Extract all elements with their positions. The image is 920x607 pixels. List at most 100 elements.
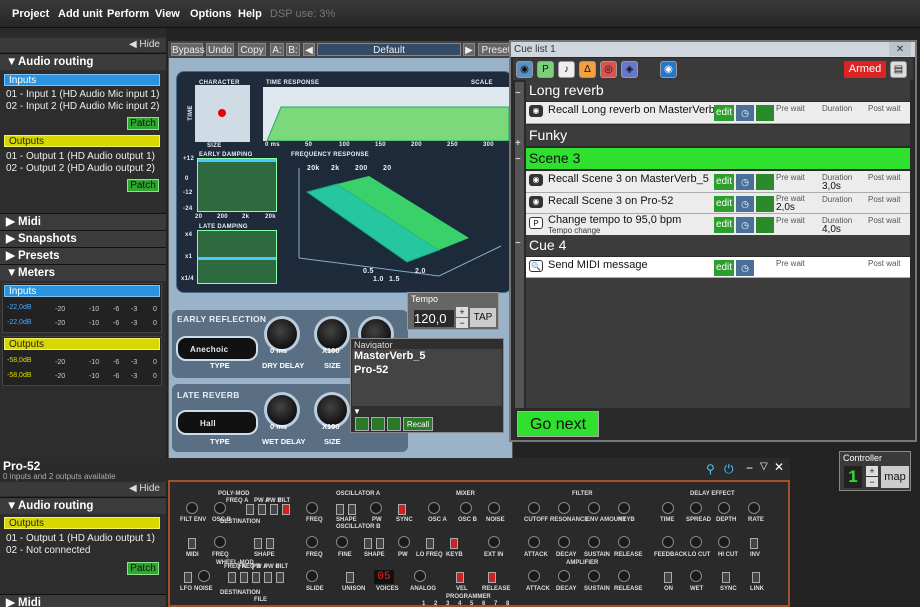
armed-button[interactable]: Armed xyxy=(844,61,886,78)
keyb-knob[interactable] xyxy=(618,502,630,514)
wait-icon[interactable]: ◷ xyxy=(736,260,754,276)
sync-switch[interactable] xyxy=(398,504,406,515)
keyb-switch[interactable] xyxy=(450,538,458,549)
slide-knob[interactable] xyxy=(306,570,318,582)
programmer-number[interactable]: 1 xyxy=(422,601,425,607)
collapse-icon[interactable]: ▽ xyxy=(760,461,768,472)
record-icon[interactable]: ◉ xyxy=(660,61,677,78)
ext-in-knob[interactable] xyxy=(488,536,500,548)
tempo-down-button[interactable]: − xyxy=(456,318,468,328)
delay-sync-switch[interactable] xyxy=(722,572,730,583)
unison-switch[interactable] xyxy=(346,572,354,583)
analog-knob[interactable] xyxy=(414,570,426,582)
hi-cut-knob[interactable] xyxy=(718,536,730,548)
go-triangle-icon[interactable] xyxy=(756,217,774,233)
camera-icon[interactable]: ◉ xyxy=(516,61,533,78)
copy-button[interactable]: Copy xyxy=(238,43,266,56)
osc-b-shape-switch[interactable] xyxy=(364,538,372,549)
menu-help[interactable]: Help xyxy=(238,8,262,20)
go-triangle-icon[interactable] xyxy=(756,196,774,212)
collapse-icon[interactable]: − xyxy=(515,238,521,249)
osc-b-shape-switch[interactable] xyxy=(376,538,384,549)
snapshot-button[interactable] xyxy=(371,417,385,431)
patch-outputs-button[interactable]: Patch xyxy=(127,562,159,575)
patch-inputs-button[interactable]: Patch xyxy=(127,117,159,130)
wheel-switch[interactable] xyxy=(228,572,236,583)
rate-knob[interactable] xyxy=(748,502,760,514)
filter-attack-knob[interactable] xyxy=(528,536,540,548)
duration-value[interactable]: 3,0s xyxy=(822,181,841,192)
lfo-freq-knob[interactable] xyxy=(214,536,226,548)
pw-knob[interactable] xyxy=(370,502,382,514)
edit-button[interactable]: edit xyxy=(714,105,734,121)
wait-icon[interactable]: ◷ xyxy=(736,174,754,190)
menu-project[interactable]: Project xyxy=(12,8,49,20)
edit-button[interactable]: edit xyxy=(714,196,734,212)
tap-button[interactable]: TAP xyxy=(470,308,496,327)
spread-knob[interactable] xyxy=(690,502,702,514)
collapse-icon[interactable]: − xyxy=(515,154,521,165)
snapshot-button[interactable] xyxy=(387,417,401,431)
snapshots-section[interactable]: ▶ Snapshots xyxy=(0,230,166,247)
hide-button[interactable]: ◀ Hide xyxy=(0,38,166,52)
mod-switch[interactable] xyxy=(270,504,278,515)
mix-osc-b-knob[interactable] xyxy=(460,502,472,514)
notes-icon[interactable]: ▤ xyxy=(890,61,907,78)
menu-options[interactable]: Options xyxy=(190,8,232,20)
late-type-selector[interactable]: Hall xyxy=(176,410,258,435)
cue-header[interactable]: Funky xyxy=(526,125,910,146)
midi-note-icon[interactable]: ♪ xyxy=(558,61,575,78)
inv-switch[interactable] xyxy=(750,538,758,549)
osc-b-knob[interactable] xyxy=(214,502,226,514)
menu-add-unit[interactable]: Add unit xyxy=(58,8,103,20)
filter-release-knob[interactable] xyxy=(618,536,630,548)
navigator-item[interactable]: Pro-52 xyxy=(352,363,502,377)
osc-b-fine-knob[interactable] xyxy=(336,536,348,548)
go-triangle-icon[interactable] xyxy=(756,105,774,121)
wheel-switch[interactable] xyxy=(264,572,272,583)
edit-button[interactable]: edit xyxy=(714,217,734,233)
preset-name-field[interactable]: Default xyxy=(317,43,461,56)
cue-action-row[interactable]: 🔍 Send MIDI message edit ◷ Pre wait Post… xyxy=(526,257,910,278)
amp-sustain-knob[interactable] xyxy=(588,570,600,582)
feedback-knob[interactable] xyxy=(662,536,674,548)
wheel-switch[interactable] xyxy=(276,572,284,583)
menu-perform[interactable]: Perform xyxy=(107,8,149,20)
shape-switch[interactable] xyxy=(336,504,344,515)
character-pad[interactable] xyxy=(195,85,250,142)
navigator-item[interactable]: MasterVerb_5 xyxy=(352,349,502,363)
wheel-switch[interactable] xyxy=(252,572,260,583)
controller-down-button[interactable]: − xyxy=(866,477,878,487)
freq-knob[interactable] xyxy=(306,502,318,514)
env-amount-knob[interactable] xyxy=(588,502,600,514)
tempo-up-button[interactable]: + xyxy=(456,307,468,317)
go-triangle-icon[interactable] xyxy=(756,174,774,190)
link-icon[interactable]: ⚲ xyxy=(706,462,715,476)
shape-switch[interactable] xyxy=(348,504,356,515)
edit-button[interactable]: edit xyxy=(714,174,734,190)
audio-routing-section[interactable]: ▼Audio routing xyxy=(0,53,166,70)
wait-icon[interactable]: ◷ xyxy=(736,105,754,121)
minimize-icon[interactable]: − xyxy=(746,461,753,475)
early-type-selector[interactable]: Anechoic xyxy=(176,336,258,361)
late-damping-graph[interactable] xyxy=(197,230,277,284)
lfo-shape-switch[interactable] xyxy=(266,538,274,549)
cue-header-active[interactable]: Scene 3 xyxy=(526,148,910,169)
cue-header[interactable]: Long reverb xyxy=(526,80,910,101)
go-next-button[interactable]: Go next xyxy=(517,411,599,437)
recall-button[interactable]: Recall xyxy=(403,417,433,431)
programmer-number[interactable]: 4 xyxy=(458,601,461,607)
tempo-icon[interactable]: P xyxy=(537,61,554,78)
next-preset-icon[interactable]: ▶ xyxy=(463,43,475,56)
wheel-switch[interactable] xyxy=(240,572,248,583)
midi-switch[interactable] xyxy=(188,538,196,549)
lo-freq-switch[interactable] xyxy=(426,538,434,549)
depth-knob[interactable] xyxy=(718,502,730,514)
ab-b-button[interactable]: B: xyxy=(286,43,300,56)
undo-button[interactable]: Undo xyxy=(206,43,234,56)
wet-knob[interactable] xyxy=(690,570,702,582)
pre-wait-value[interactable]: 2,0s xyxy=(776,202,795,213)
wait-icon[interactable]: Δ xyxy=(579,61,596,78)
midi-section[interactable]: ▶ Midi xyxy=(0,213,166,230)
edit-button[interactable]: edit xyxy=(714,260,734,276)
